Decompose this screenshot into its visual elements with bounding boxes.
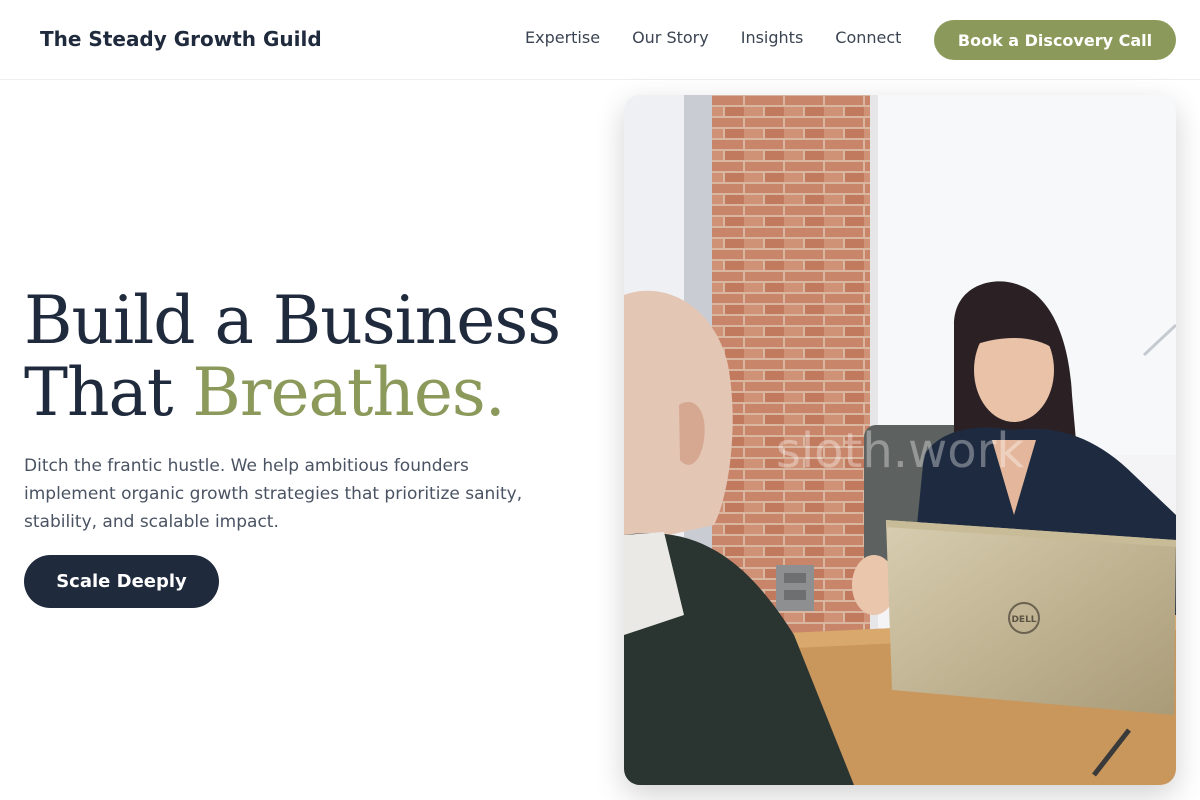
nav-link-expertise[interactable]: Expertise [525,28,600,47]
nav-links: Expertise Our Story Insights Connect [525,28,933,47]
nav-link-connect[interactable]: Connect [835,28,901,47]
image-watermark: sloth.work [776,423,1025,479]
hero-photo: DELL sloth.work [624,95,1176,785]
scale-deeply-button[interactable]: Scale Deeply [24,555,219,608]
hero-subtext: Ditch the frantic hustle. We help ambiti… [24,456,523,532]
book-discovery-call-button[interactable]: Book a Discovery Call [934,20,1176,60]
headline-accent-word: Breathes. [192,354,505,431]
nav-link-our-story[interactable]: Our Story [632,28,709,47]
hero-headline: Build a Business That Breathes. [24,282,561,431]
meeting-photo-illustration: DELL sloth.work [624,95,1176,785]
top-nav: The Steady Growth Guild Expertise Our St… [0,0,1200,80]
headline-line-1: Build a Business [24,282,561,359]
headline-line-2-prefix: That [24,354,193,431]
brand-logo-text[interactable]: The Steady Growth Guild [40,27,322,51]
nav-link-insights[interactable]: Insights [741,28,804,47]
laptop-brand-text: DELL [1011,615,1036,625]
